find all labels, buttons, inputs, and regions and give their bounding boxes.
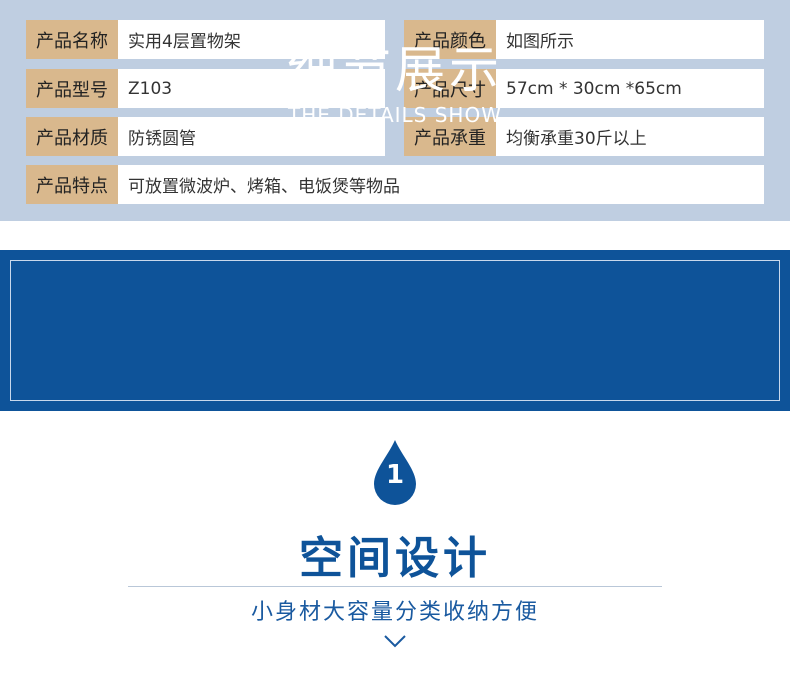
- banner-subtitle: THE DETAILS SHOW: [288, 103, 502, 127]
- banner-frame: [10, 260, 780, 401]
- spec-label: 产品特点: [26, 165, 118, 204]
- section-subtitle: 小身材大容量分类收纳方便: [250, 600, 539, 625]
- chevron-down-icon: [384, 635, 406, 648]
- section-title: 空间设计: [299, 533, 491, 584]
- details-banner: [0, 250, 790, 411]
- spec-value: 可放置微波炉、烤箱、电饭煲等物品: [118, 165, 764, 204]
- section-divider: [128, 586, 662, 587]
- section-number: 1: [385, 460, 405, 490]
- spec-row-feature: 产品特点 可放置微波炉、烤箱、电饭煲等物品: [26, 165, 764, 204]
- banner-title: 细节展示: [287, 41, 503, 99]
